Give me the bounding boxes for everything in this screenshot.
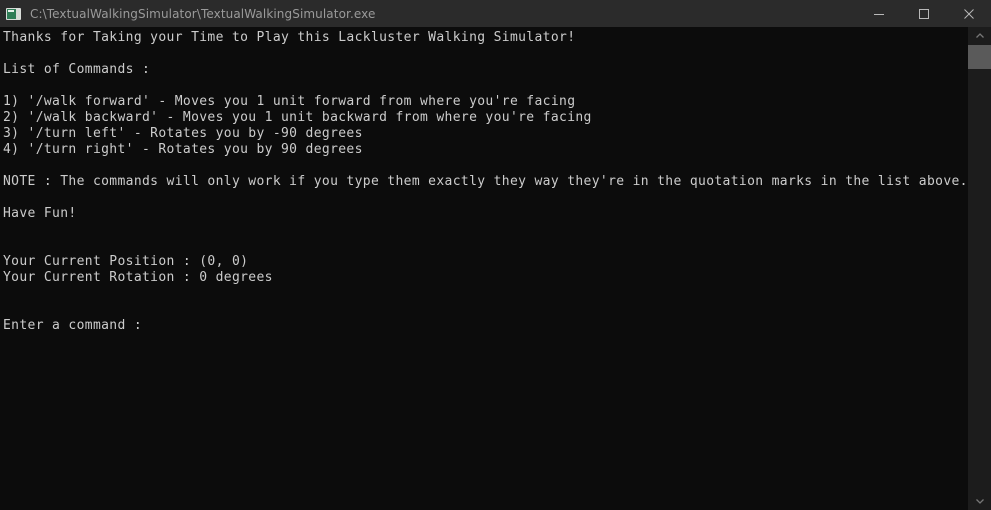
console-window: C:\TextualWalkingSimulator\TextualWalkin… xyxy=(0,0,991,510)
console-line: List of Commands : xyxy=(3,62,151,77)
chevron-up-icon xyxy=(975,33,984,38)
window-body: Thanks for Taking your Time to Play this… xyxy=(0,27,991,510)
scrollbar-up-button[interactable] xyxy=(968,27,991,45)
minimize-button[interactable] xyxy=(856,0,901,27)
console-line: 4) '/turn right' - Rotates you by 90 deg… xyxy=(3,142,363,157)
console-line: Thanks for Taking your Time to Play this… xyxy=(3,30,576,45)
close-button[interactable] xyxy=(946,0,991,27)
chevron-down-icon xyxy=(975,499,984,504)
close-icon xyxy=(963,8,974,19)
title-bar[interactable]: C:\TextualWalkingSimulator\TextualWalkin… xyxy=(0,0,991,27)
console-line: 2) '/walk backward' - Moves you 1 unit b… xyxy=(3,110,592,125)
scrollbar-down-button[interactable] xyxy=(968,492,991,510)
maximize-button[interactable] xyxy=(901,0,946,27)
console-app-icon xyxy=(6,6,22,22)
console-line: NOTE : The commands will only work if yo… xyxy=(3,174,968,189)
minimize-icon xyxy=(873,13,884,15)
console-line: Have Fun! xyxy=(3,206,77,221)
vertical-scrollbar[interactable] xyxy=(968,27,991,510)
window-controls xyxy=(856,0,991,27)
console-output[interactable]: Thanks for Taking your Time to Play this… xyxy=(0,27,968,510)
window-title: C:\TextualWalkingSimulator\TextualWalkin… xyxy=(30,6,376,21)
console-line: Enter a command : xyxy=(3,318,143,333)
console-line: Your Current Rotation : 0 degrees xyxy=(3,270,273,285)
scrollbar-track[interactable] xyxy=(968,45,991,492)
maximize-icon xyxy=(918,8,929,19)
console-line: 3) '/turn left' - Rotates you by -90 deg… xyxy=(3,126,363,141)
console-line: 1) '/walk forward' - Moves you 1 unit fo… xyxy=(3,94,576,109)
scrollbar-thumb[interactable] xyxy=(968,45,991,69)
console-line: Your Current Position : (0, 0) xyxy=(3,254,249,269)
